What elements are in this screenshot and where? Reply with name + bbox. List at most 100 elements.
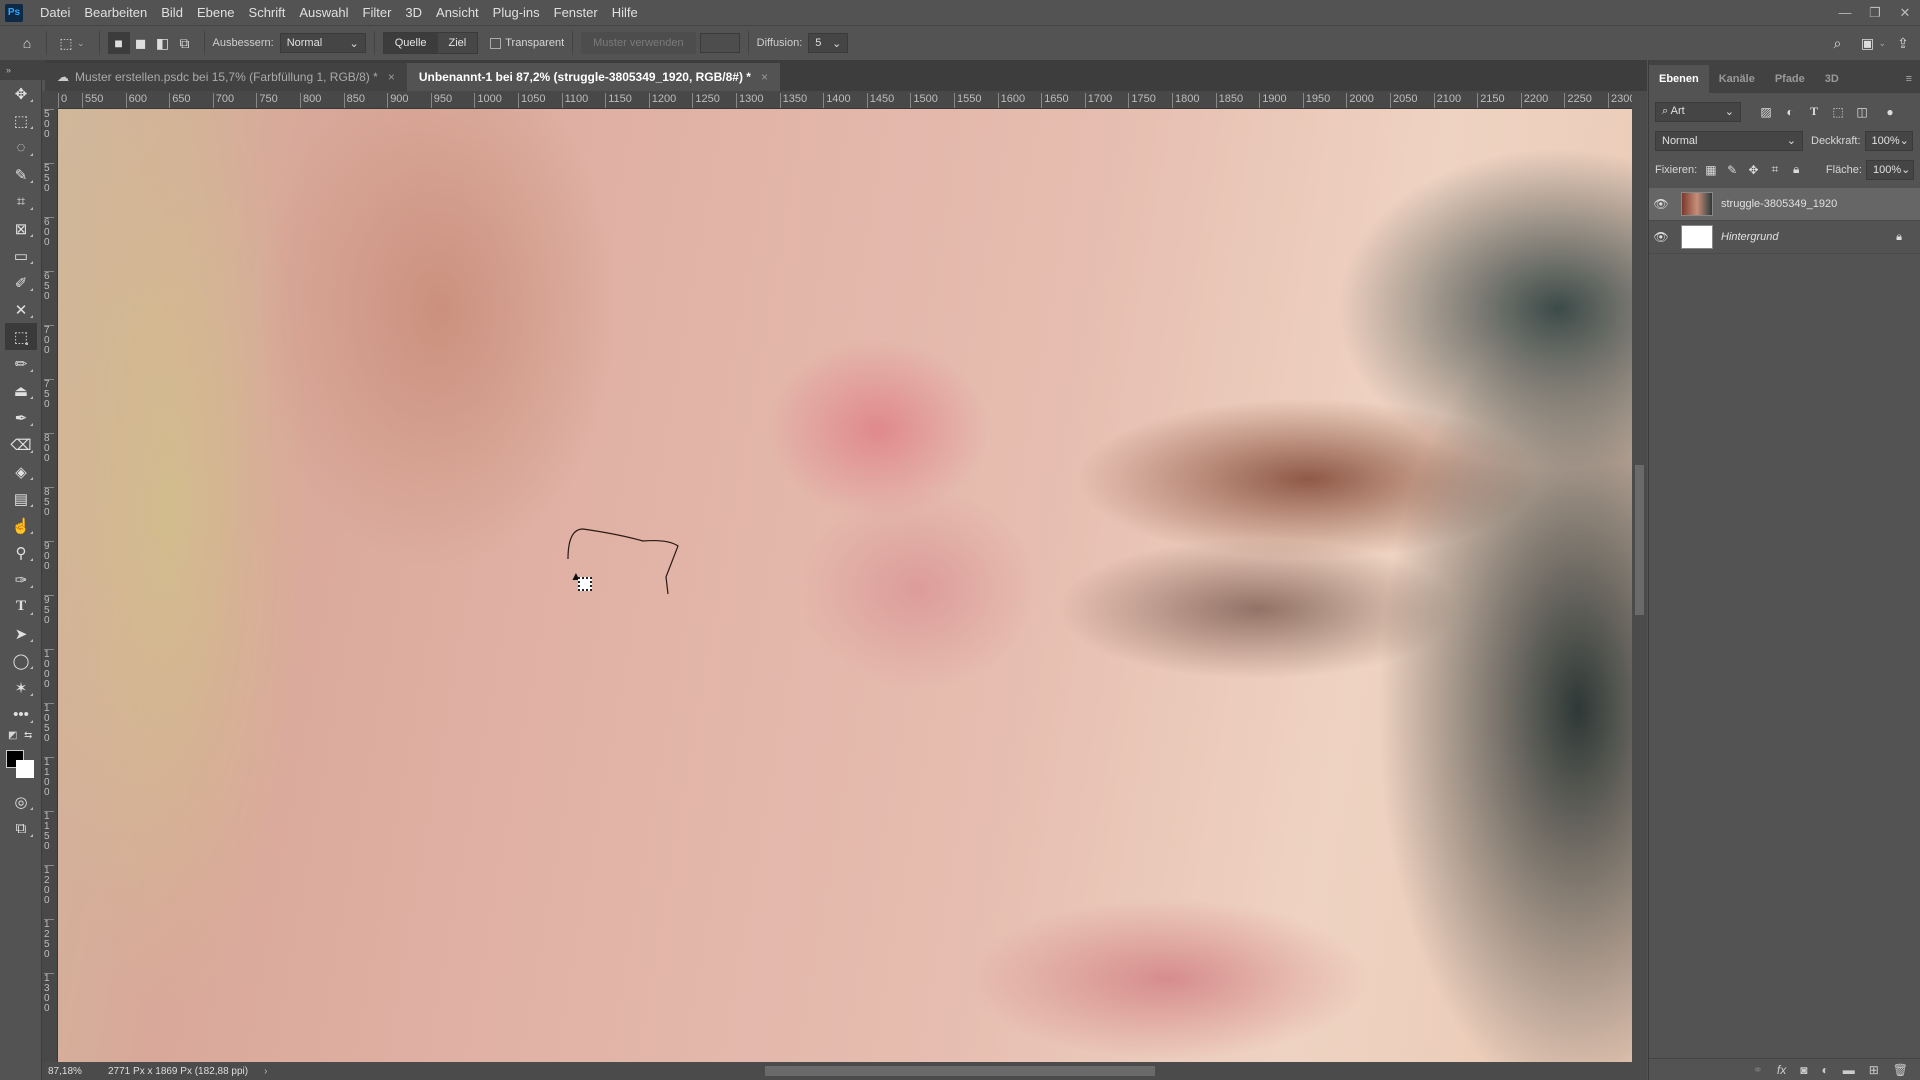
crop-tool-icon[interactable]: ⌗ — [0, 188, 42, 215]
tab-ebenen[interactable]: Ebenen — [1649, 65, 1709, 93]
subtract-from-selection-icon[interactable]: ◧ — [152, 32, 174, 54]
horizontal-ruler[interactable]: 0 550 600 650 700 750 800 850 900 950 1000 1050 1100… — [58, 91, 1632, 109]
custom-shape-tool-icon[interactable]: ✶ — [0, 674, 42, 701]
quick-mask-icon[interactable]: ◎ — [0, 788, 42, 815]
ausbessern-select[interactable]: Normal ⌄ — [279, 33, 366, 53]
intersect-selection-icon[interactable]: ⧉ — [174, 32, 196, 54]
tab-kanaele[interactable]: Kanäle — [1709, 65, 1765, 93]
close-tab-icon[interactable]: × — [761, 70, 768, 84]
menu-ebene[interactable]: Ebene — [190, 5, 242, 20]
blend-mode-select[interactable]: Normal ⌄ — [1655, 130, 1803, 151]
pixel-filter-icon[interactable]: ▨ — [1757, 103, 1775, 121]
menu-plugins[interactable]: Plug-ins — [486, 5, 547, 20]
diffusion-select[interactable]: 5 ⌄ — [808, 33, 849, 53]
pen-tool-icon[interactable]: ✑ — [0, 566, 42, 593]
layer-struggle[interactable]: 👁︎ struggle-3805349_1920 — [1649, 188, 1920, 221]
move-tool-icon[interactable]: ✥ — [0, 80, 42, 107]
ruler-origin[interactable] — [42, 91, 58, 109]
swap-colors-icon[interactable]: ⇆ — [24, 730, 32, 741]
close-tab-icon[interactable]: × — [388, 70, 395, 84]
add-to-selection-icon[interactable]: ◼ — [130, 32, 152, 54]
source-button[interactable]: Quelle — [383, 33, 438, 53]
doc-tab-unbenannt[interactable]: Unbenannt-1 bei 87,2% (struggle-3805349_… — [406, 63, 780, 91]
screen-mode-icon[interactable]: ⧉ — [0, 815, 42, 842]
path-selection-tool-icon[interactable]: ➤ — [0, 620, 42, 647]
menu-schrift[interactable]: Schrift — [242, 5, 293, 20]
chevron-down-icon[interactable]: ⌄ — [1878, 38, 1886, 49]
menu-fenster[interactable]: Fenster — [547, 5, 605, 20]
lock-artboard-icon[interactable]: ⌗ — [1767, 161, 1782, 179]
lasso-tool-icon[interactable]: ◌ — [0, 134, 42, 161]
smudge-tool-icon[interactable]: ☝ — [0, 512, 42, 539]
frame-tool-icon[interactable]: ⊠ — [0, 215, 42, 242]
zoom-level[interactable]: 87,18% — [48, 1066, 100, 1077]
layer-filter-select[interactable]: ⌕ Art ⌄ — [1655, 101, 1741, 122]
target-button[interactable]: Ziel — [437, 33, 478, 53]
adjustment-layer-icon[interactable]: ◐ — [1821, 1063, 1828, 1077]
clone-stamp-tool-icon[interactable]: ⏏ — [0, 377, 42, 404]
vertical-ruler[interactable]: 500 550 600 650 700 750 800 850 900 950 1000 1050 11… — [42, 109, 58, 1062]
pattern-picker[interactable] — [699, 33, 740, 53]
add-mask-icon[interactable]: ◙ — [1800, 1063, 1807, 1077]
new-selection-icon[interactable]: ■ — [107, 32, 130, 54]
menu-filter[interactable]: Filter — [356, 5, 399, 20]
eraser-tool-icon[interactable]: ⌫ — [0, 431, 42, 458]
more-tools-icon[interactable]: ••• — [0, 701, 42, 728]
panel-menu-icon[interactable]: ≡ — [1898, 73, 1920, 93]
horizontal-scroll-thumb[interactable] — [765, 1066, 1155, 1076]
menu-bearbeiten[interactable]: Bearbeiten — [77, 5, 154, 20]
share-icon[interactable]: ⇪ — [1892, 32, 1914, 54]
menu-bild[interactable]: Bild — [154, 5, 190, 20]
brush-tool-icon[interactable]: ✏ — [0, 350, 42, 377]
lock-transparency-icon[interactable]: ▦ — [1703, 161, 1718, 179]
shape-filter-icon[interactable]: ⬚ — [1829, 103, 1847, 121]
ruler-tool-icon[interactable]: ▭ — [0, 242, 42, 269]
background-color[interactable] — [16, 760, 34, 778]
menu-ansicht[interactable]: Ansicht — [429, 5, 486, 20]
menu-auswahl[interactable]: Auswahl — [292, 5, 355, 20]
history-brush-tool-icon[interactable]: ✒ — [0, 404, 42, 431]
transparent-option[interactable]: Transparent — [490, 37, 564, 49]
transparent-checkbox[interactable] — [490, 37, 502, 49]
eyedropper-tool-icon[interactable]: ✐ — [0, 269, 42, 296]
delete-layer-icon[interactable]: 🗑︎ — [1893, 1063, 1908, 1077]
fill-input[interactable]: 100% ⌄ — [1865, 159, 1914, 180]
lock-position-icon[interactable]: ✥ — [1746, 161, 1761, 179]
document-canvas[interactable]: ▲ — [58, 109, 1632, 1062]
smart-object-filter-icon[interactable]: ◫ — [1853, 103, 1871, 121]
lock-image-pixels-icon[interactable]: ✎ — [1725, 161, 1740, 179]
vertical-scroll-thumb[interactable] — [1635, 465, 1644, 615]
default-colors-icon[interactable]: ◩ — [8, 730, 17, 741]
link-layers-icon[interactable]: ⚭ — [1753, 1063, 1763, 1077]
type-tool-icon[interactable]: T — [0, 593, 42, 620]
vertical-scrollbar[interactable] — [1632, 91, 1647, 1062]
opacity-input[interactable]: 100% ⌄ — [1864, 130, 1913, 151]
restore-button[interactable]: ❐ — [1860, 0, 1890, 25]
gradient-tool-icon[interactable]: ▤ — [0, 485, 42, 512]
quick-selection-tool-icon[interactable]: ✎ — [0, 161, 42, 188]
workspace-icon[interactable]: ▣ — [1856, 32, 1878, 54]
menu-3d[interactable]: 3D — [398, 5, 429, 20]
menu-datei[interactable]: Datei — [33, 5, 77, 20]
eye-icon[interactable]: 👁︎ — [1649, 197, 1673, 211]
type-filter-icon[interactable]: T — [1805, 103, 1823, 121]
patch-tool-preset-icon[interactable]: ⬚ — [55, 32, 77, 54]
chevron-down-icon[interactable]: ⌄ — [77, 38, 85, 49]
content-aware-move-tool-icon[interactable]: ✕ — [0, 296, 42, 323]
ellipse-tool-icon[interactable]: ◯ — [0, 647, 42, 674]
tab-pfade[interactable]: Pfade — [1765, 65, 1815, 93]
layer-hintergrund[interactable]: 👁︎ Hintergrund 🔒︎ — [1649, 221, 1920, 254]
patch-tool-icon[interactable]: ⬚ — [5, 323, 37, 350]
close-button[interactable]: ✕ — [1890, 0, 1920, 25]
new-layer-icon[interactable]: ⊞ — [1869, 1063, 1879, 1077]
horizontal-scrollbar[interactable] — [280, 1062, 1647, 1080]
menu-hilfe[interactable]: Hilfe — [605, 5, 645, 20]
toolbar-collapse[interactable]: » — [0, 60, 45, 80]
home-icon[interactable]: ⌂ — [16, 32, 38, 54]
use-pattern-button[interactable]: Muster verwenden — [581, 32, 696, 54]
status-expand-icon[interactable]: › — [264, 1066, 267, 1077]
minimize-button[interactable]: — — [1830, 0, 1860, 25]
doc-tab-muster[interactable]: ☁ Muster erstellen.psdc bei 15,7% (Farbf… — [45, 63, 407, 91]
adjustment-filter-icon[interactable]: ◐ — [1781, 103, 1799, 121]
search-icon[interactable]: ⌕ — [1826, 32, 1848, 54]
